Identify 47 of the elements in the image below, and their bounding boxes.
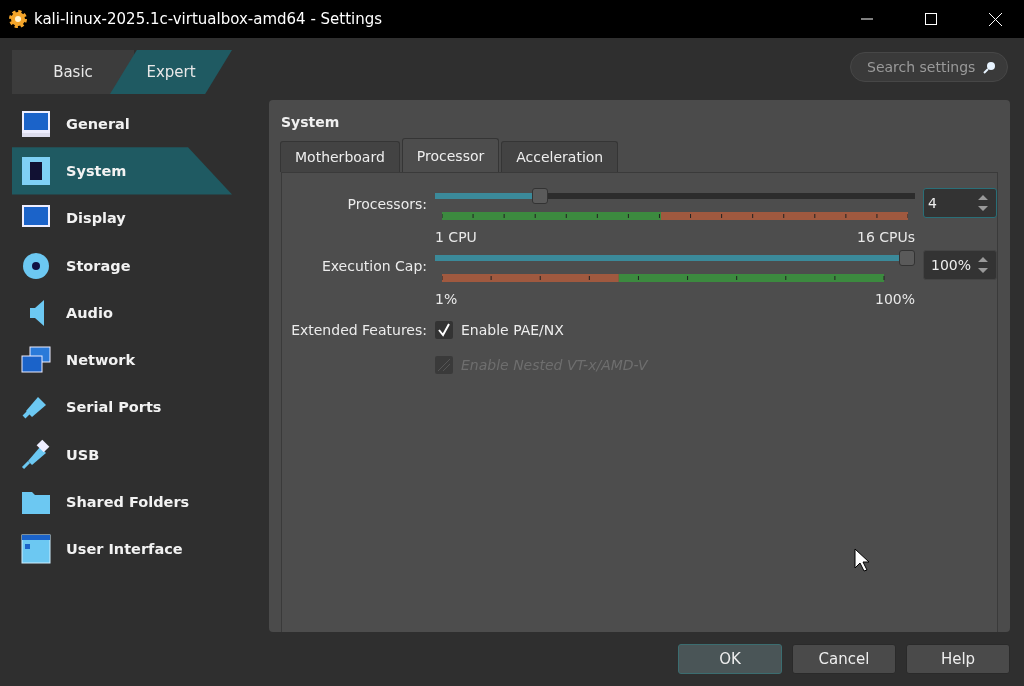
section-title: System: [281, 114, 341, 130]
sidebar-item[interactable]: USB: [0, 431, 220, 479]
field-label: Execution Cap:: [320, 257, 427, 274]
sidebar-item[interactable]: Display: [0, 194, 220, 242]
mode-tab[interactable]: Basic: [12, 50, 134, 94]
max-label: 16 CPUs: [856, 229, 915, 245]
dialog-button[interactable]: OK: [678, 644, 782, 674]
sidebar-item[interactable]: User Interface: [0, 525, 220, 573]
spin-arrows-icon: [976, 192, 990, 214]
slider-thumb[interactable]: [532, 188, 549, 204]
window-layout-icon: [20, 533, 52, 566]
min-label: 1 CPU: [435, 229, 477, 245]
check-icon: [437, 323, 451, 337]
spin-box[interactable]: 4: [923, 188, 997, 218]
sidebar-item[interactable]: Network: [0, 336, 220, 384]
field-label: Processors:: [346, 195, 427, 212]
tab[interactable]: Acceleration: [501, 141, 619, 172]
chip-icon: [20, 154, 52, 187]
dialog-button[interactable]: Help: [906, 644, 1010, 674]
field-label: Extended Features:: [290, 322, 427, 338]
window-title: kali-linux-2025.1c-virtualbox-amd64 - Settings: [34, 10, 384, 28]
min-label: 1%: [435, 291, 458, 307]
hatch-icon: [437, 358, 451, 372]
search-icon: [983, 60, 997, 74]
gear-icon: [8, 9, 28, 29]
checkbox[interactable]: Enable PAE/NX: [435, 321, 997, 339]
sidebar-item[interactable]: Audio: [0, 289, 220, 337]
max-label: 100%: [874, 291, 915, 307]
usb-stick-icon: [20, 438, 52, 471]
maximize-icon: [925, 13, 937, 25]
sidebar-item[interactable]: Shared Folders: [0, 478, 220, 526]
spin-input[interactable]: 4: [924, 194, 976, 212]
sidebar-item[interactable]: Storage: [0, 241, 220, 290]
spin-input[interactable]: 100%: [924, 256, 976, 274]
tab[interactable]: Processor: [401, 138, 500, 172]
dialog-button[interactable]: Cancel: [792, 644, 896, 674]
sidebar-item[interactable]: Serial Ports: [0, 383, 220, 432]
sidebar-item[interactable]: System: [12, 147, 232, 195]
search-field[interactable]: Search settings: [850, 52, 1008, 82]
spin-arrows-icon: [976, 254, 990, 276]
search-input[interactable]: Search settings: [865, 58, 983, 76]
mouse-pointer-icon: [854, 548, 870, 572]
spin-box[interactable]: 100%: [923, 250, 997, 280]
tab[interactable]: Motherboard: [280, 141, 400, 172]
sidebar-item[interactable]: General: [0, 100, 220, 148]
slider-thumb[interactable]: [899, 250, 915, 266]
close-icon: [988, 12, 1002, 26]
